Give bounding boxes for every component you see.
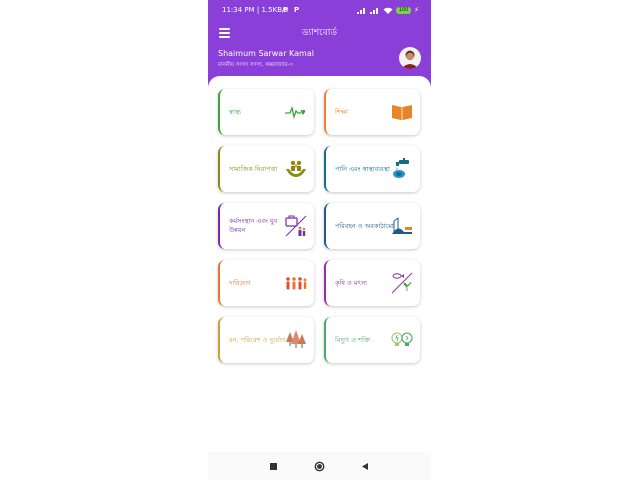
status-time: 11:34 PM | 1.5KB/s bbox=[222, 6, 288, 14]
card-employment[interactable]: কর্মসংস্থান এবং যুব উন্নয়ন bbox=[218, 203, 314, 249]
card-label: দারিদ্রতা bbox=[229, 278, 251, 287]
forest-icon bbox=[286, 330, 306, 348]
card-label: কর্মসংস্থান এবং যুব উন্নয়ন bbox=[229, 217, 278, 234]
card-transport[interactable]: পরিবহন ও অবকাঠামো bbox=[324, 203, 420, 249]
dashboard-grid: স্বাস্থ্য শিক্ষা সামাজিক নিরাপত্তা পানি … bbox=[208, 76, 431, 456]
app-bar: ড্যাশবোর্ড bbox=[208, 20, 431, 46]
heartbeat-icon bbox=[285, 105, 306, 120]
fish-plant-icon bbox=[391, 272, 413, 294]
briefcase-icon bbox=[285, 215, 307, 237]
charging-icon: ⚡ bbox=[414, 6, 419, 14]
status-bar: 11:34 PM | 1.5KB/s P P 100 ⚡ bbox=[208, 0, 431, 20]
card-water[interactable]: পানি এবং স্বাস্থ্যব্যবস্থা bbox=[324, 146, 420, 192]
card-agriculture[interactable]: কৃষি ও মৎস্য bbox=[324, 260, 420, 306]
card-label: বন, পরিবেশ ও দুর্যোগ bbox=[229, 335, 286, 344]
square-icon[interactable] bbox=[268, 461, 279, 472]
card-label: শিক্ষা bbox=[335, 107, 348, 116]
user-role: মাননীয় সংসদ সদস্য, কক্সবাজার-৩ bbox=[218, 62, 293, 68]
page-title: ড্যাশবোর্ড bbox=[301, 28, 338, 38]
circle-icon[interactable] bbox=[314, 461, 325, 472]
battery-icon: 100 bbox=[396, 6, 412, 14]
p-icon: P bbox=[283, 6, 289, 14]
signal-icon bbox=[357, 7, 366, 14]
book-icon bbox=[392, 105, 412, 120]
card-education[interactable]: শিক্ষা bbox=[324, 89, 420, 135]
avatar[interactable] bbox=[399, 47, 421, 69]
card-environment[interactable]: বন, পরিবেশ ও দুর্যোগ bbox=[218, 317, 314, 363]
card-label: সামাজিক নিরাপত্তা bbox=[229, 164, 278, 173]
p-icon: P bbox=[294, 6, 300, 14]
card-health[interactable]: স্বাস্থ্য bbox=[218, 89, 314, 135]
family-hands-icon bbox=[286, 160, 306, 177]
signal-icon bbox=[370, 7, 379, 14]
card-label: পানি এবং স্বাস্থ্যব্যবস্থা bbox=[335, 164, 390, 173]
water-tap-icon bbox=[393, 158, 409, 178]
card-label: পরিবহন ও অবকাঠামো bbox=[335, 221, 394, 230]
user-name: Shaimum Sarwar Kamal bbox=[218, 49, 314, 58]
card-power[interactable]: বিদ্যুৎ ও শক্তি bbox=[324, 317, 420, 363]
system-nav-bar bbox=[208, 452, 431, 480]
phone-screen: 11:34 PM | 1.5KB/s P P 100 ⚡ ড্যাশবোর্ড … bbox=[208, 0, 431, 480]
card-poverty[interactable]: দারিদ্রতা bbox=[218, 260, 314, 306]
people-icon bbox=[286, 277, 307, 290]
wifi-icon bbox=[383, 7, 393, 14]
card-social-safety[interactable]: সামাজিক নিরাপত্তা bbox=[218, 146, 314, 192]
card-label: কৃষি ও মৎস্য bbox=[335, 278, 368, 287]
bulb-energy-icon bbox=[391, 332, 413, 346]
card-label: স্বাস্থ্য bbox=[229, 107, 242, 116]
card-label: বিদ্যুৎ ও শক্তি bbox=[335, 335, 371, 344]
back-triangle-icon[interactable] bbox=[360, 461, 371, 472]
road-infrastructure-icon bbox=[392, 217, 412, 234]
